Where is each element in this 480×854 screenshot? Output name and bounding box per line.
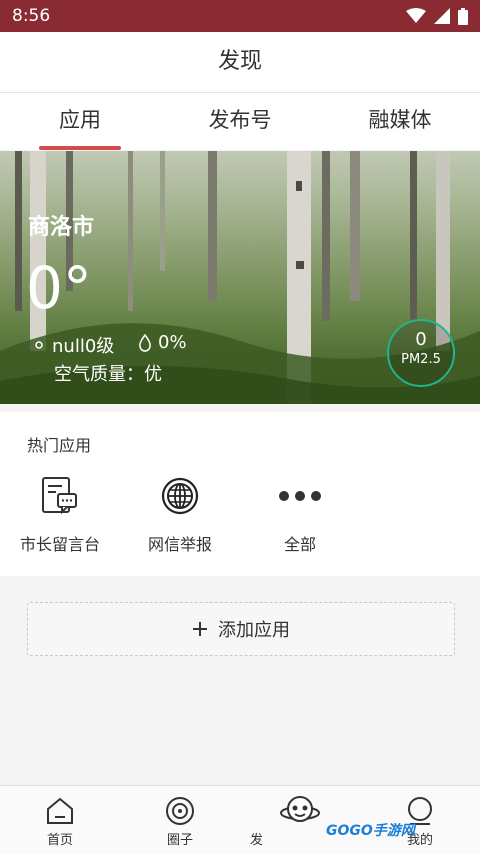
weather-wind-value: null0级 xyxy=(52,336,115,357)
nav-circle[interactable]: 圈子 xyxy=(120,786,240,854)
pm25-value: 0 xyxy=(415,329,427,350)
battery-icon xyxy=(458,7,468,25)
weather-wind: null0级 xyxy=(32,332,114,358)
tab-apps[interactable]: 应用 xyxy=(0,93,160,150)
droplet-icon xyxy=(139,333,151,352)
weather-temperature: 0° xyxy=(26,254,92,322)
air-quality: 空气质量：优 xyxy=(54,364,162,385)
tab-media[interactable]: 融媒体 xyxy=(320,93,480,150)
plus-icon xyxy=(193,622,207,636)
weather-card[interactable]: 商洛市 0° null0级 0% 空气质量：优 0 PM2.5 xyxy=(0,151,480,404)
planet-mascot-icon xyxy=(280,796,320,822)
circle-icon xyxy=(166,797,194,825)
nav-label: 圈子 xyxy=(166,833,193,848)
status-time: 8:56 xyxy=(12,6,51,26)
hot-apps-section: 热门应用 市长留言台 网信举报 全部 xyxy=(0,412,480,576)
app-mayor-message[interactable]: 市长留言台 xyxy=(0,475,120,555)
more-dots-icon xyxy=(279,491,321,501)
app-label: 市长留言台 xyxy=(19,535,100,554)
wifi-icon xyxy=(406,8,426,23)
add-app-button[interactable]: 添加应用 xyxy=(27,602,455,656)
weather-humidity: 0% xyxy=(138,332,187,353)
app-label: 全部 xyxy=(283,535,316,554)
status-bar: 8:56 xyxy=(0,0,480,32)
add-app-label: 添加应用 xyxy=(218,620,290,641)
sun-icon xyxy=(35,341,43,349)
weather-city: 商洛市 xyxy=(28,215,95,240)
pm25-label: PM2.5 xyxy=(401,352,441,367)
app-all[interactable]: 全部 xyxy=(240,475,360,555)
watermark: GOGO手游网 xyxy=(326,823,415,839)
home-icon xyxy=(47,797,73,824)
weather-humidity-value: 0% xyxy=(158,332,187,353)
signal-icon xyxy=(434,8,450,24)
nav-home[interactable]: 首页 xyxy=(0,786,120,854)
top-tabs: 应用 发布号 融媒体 xyxy=(0,93,480,150)
app-internet-report[interactable]: 网信举报 xyxy=(120,475,240,555)
app-label: 网信举报 xyxy=(147,535,212,554)
nav-label: 首页 xyxy=(46,833,73,848)
message-board-icon xyxy=(42,477,77,515)
pm25-badge: 0 PM2.5 xyxy=(387,319,455,387)
hot-apps-heading: 热门应用 xyxy=(27,436,92,455)
status-icons xyxy=(406,7,468,25)
globe-icon xyxy=(161,477,199,515)
page-title: 发现 xyxy=(0,32,480,93)
tab-publish[interactable]: 发布号 xyxy=(160,93,320,150)
